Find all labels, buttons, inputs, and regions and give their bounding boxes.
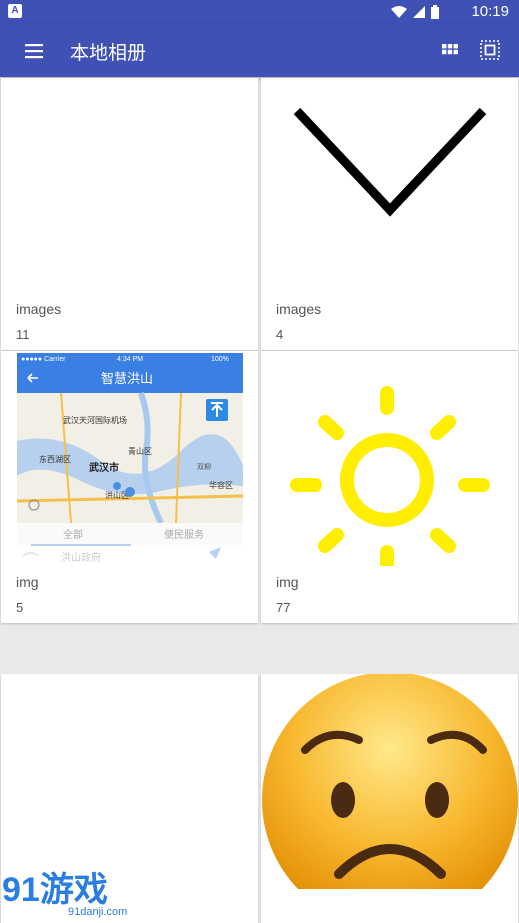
grid-view-icon[interactable] [438, 39, 462, 63]
album-name: images [276, 301, 322, 317]
album-grid: images 11 images 4 ●●●●● Carrier 4:34 PM… [0, 77, 519, 923]
preview-title: 智慧洪山 [101, 371, 153, 386]
preview-battery: 100% [211, 356, 229, 363]
album-thumbnail-blank [1, 78, 258, 293]
map-place: 武汉市 [89, 461, 119, 474]
battery-icon [431, 5, 439, 19]
signal-icon [413, 6, 425, 18]
status-bar: A 10:19 [0, 0, 519, 24]
album-card[interactable]: images 4 [261, 78, 518, 350]
preview-row-label: 洪山政府 [61, 551, 101, 564]
album-card[interactable] [261, 674, 518, 923]
album-count: 77 [276, 600, 291, 615]
preview-time: 4:34 PM [117, 356, 143, 363]
album-name: images [16, 301, 62, 317]
watermark-url: 91danji.com [68, 906, 127, 918]
sun-icon [290, 386, 490, 566]
album-card[interactable]: images 11 [1, 78, 258, 350]
album-name: img [276, 574, 299, 590]
album-count: 4 [276, 327, 284, 342]
map-place: 武汉天河国际机场 [63, 415, 127, 425]
wifi-icon [391, 6, 407, 18]
map-app-screenshot: ●●●●● Carrier 4:34 PM 100% 智慧洪山 武汉天河国际机场… [1, 351, 258, 566]
map-preview: ●●●●● Carrier 4:34 PM 100% 智慧洪山 武汉天河国际机场… [1, 351, 258, 566]
chevron-down-icon [293, 107, 487, 217]
preview-carrier: ●●●●● Carrier [21, 356, 66, 363]
watermark-logo: 91游戏 91danji.com [1, 870, 128, 919]
preview-tab-service: 便民服务 [164, 528, 204, 541]
status-icons [391, 5, 439, 19]
select-all-icon[interactable] [478, 38, 502, 62]
album-count: 11 [16, 327, 30, 342]
watermark-text: 91游戏 [2, 871, 108, 909]
album-thumbnail-blank [1, 674, 258, 889]
page-title: 本地相册 [70, 43, 147, 64]
preview-tab-all: 全部 [63, 528, 83, 541]
map-place: 双柳 [197, 462, 211, 471]
album-count: 5 [16, 600, 24, 615]
status-time: 10:19 [471, 3, 509, 20]
map-place: 青山区 [128, 446, 152, 456]
map-place: 东西湖区 [39, 454, 71, 464]
album-card[interactable]: img 77 [261, 351, 518, 623]
album-name: img [16, 574, 39, 590]
map-place: 华容区 [209, 480, 233, 490]
album-card[interactable]: ●●●●● Carrier 4:34 PM 100% 智慧洪山 武汉天河国际机场… [1, 351, 258, 623]
sad-face-emoji-icon [262, 674, 518, 889]
app-bar: 本地相册 [0, 24, 519, 77]
menu-icon[interactable] [22, 39, 46, 63]
notification-app-icon: A [8, 4, 22, 18]
